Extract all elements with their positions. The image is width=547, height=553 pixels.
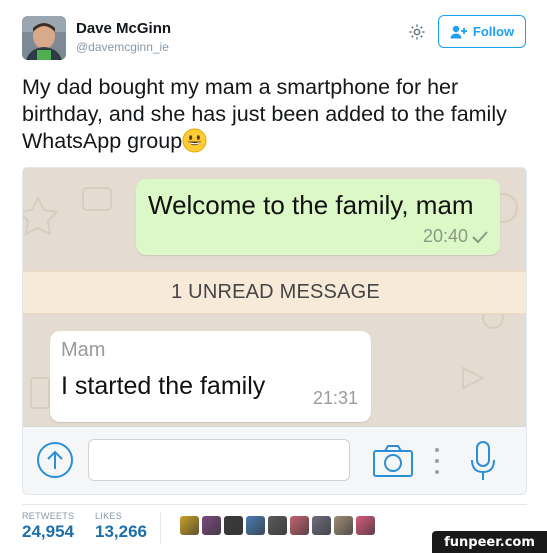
- profile-name[interactable]: Dave McGinn: [76, 20, 171, 37]
- incoming-message-text: I started the family: [61, 372, 266, 400]
- liker-avatar[interactable]: [268, 516, 287, 535]
- upload-arrow-icon[interactable]: [36, 441, 74, 479]
- unread-banner: 1 UNREAD MESSAGE: [23, 271, 526, 314]
- gear-icon[interactable]: [405, 20, 429, 44]
- outgoing-message-time: 20:40: [422, 226, 468, 246]
- retweets-label: RETWEETS: [22, 511, 75, 521]
- follow-button[interactable]: Follow: [438, 15, 526, 48]
- watermark: funpeer.com: [432, 531, 547, 553]
- profile-handle[interactable]: @davemcginn_ie: [76, 40, 169, 54]
- tweet-body: My dad bought my mam a smartphone for he…: [22, 75, 507, 153]
- liker-avatar[interactable]: [290, 516, 309, 535]
- more-dots-icon[interactable]: [433, 443, 441, 479]
- tweet-text: My dad bought my mam a smartphone for he…: [22, 74, 527, 155]
- chat-input-bar: [23, 426, 526, 494]
- outgoing-message: Welcome to the family, mam 20:40: [136, 179, 500, 255]
- liker-avatar[interactable]: [312, 516, 331, 535]
- microphone-icon[interactable]: [468, 440, 498, 482]
- retweets-count[interactable]: 24,954: [22, 522, 74, 542]
- liker-avatar[interactable]: [246, 516, 265, 535]
- stats-separator: [160, 512, 161, 544]
- divider: [22, 504, 527, 505]
- follow-label: Follow: [472, 24, 515, 39]
- liker-avatar[interactable]: [224, 516, 243, 535]
- liker-avatars: [180, 516, 375, 535]
- profile-avatar[interactable]: [22, 16, 66, 60]
- whatsapp-chat-image: Welcome to the family, mam 20:40 1 UNREA…: [22, 167, 527, 495]
- incoming-message-time: 21:31: [312, 388, 358, 408]
- liker-avatar[interactable]: [180, 516, 199, 535]
- liker-avatar[interactable]: [334, 516, 353, 535]
- chat-text-input[interactable]: [88, 439, 350, 481]
- sent-check-icon: [472, 231, 488, 244]
- incoming-message: Mam I started the family 21:31: [50, 331, 371, 422]
- incoming-sender: Mam: [61, 339, 106, 361]
- outgoing-message-text: Welcome to the family, mam: [148, 190, 474, 220]
- liker-avatar[interactable]: [202, 516, 221, 535]
- grinning-face-emoji-icon: [182, 128, 207, 153]
- likes-label: LIKES: [95, 511, 123, 521]
- add-user-icon: [450, 25, 467, 38]
- camera-icon[interactable]: [372, 444, 414, 478]
- liker-avatar[interactable]: [356, 516, 375, 535]
- likes-count[interactable]: 13,266: [95, 522, 147, 542]
